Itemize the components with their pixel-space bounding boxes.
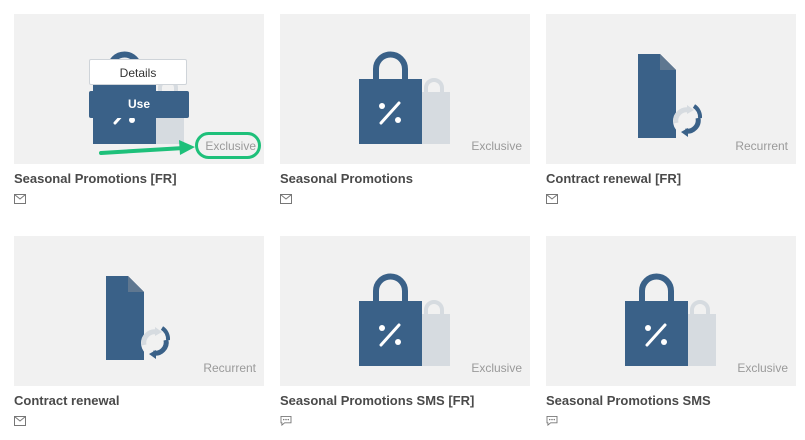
type-tag: Recurrent [735, 139, 788, 153]
template-card[interactable]: Recurrent Contract renewal [FR] [546, 14, 796, 204]
highlight-circle [195, 132, 261, 159]
template-thumbnail[interactable]: Exclusive [280, 14, 530, 164]
template-card[interactable]: Exclusive Details Use Seasonal Promotion… [14, 14, 264, 204]
template-card[interactable]: Exclusive Seasonal Promotions [280, 14, 530, 204]
sms-icon [280, 416, 292, 426]
type-tag: Exclusive [471, 361, 522, 375]
email-icon [280, 194, 292, 204]
template-title[interactable]: Seasonal Promotions SMS [FR] [280, 393, 474, 408]
template-title[interactable]: Contract renewal [FR] [546, 171, 681, 186]
template-thumbnail[interactable]: Recurrent [14, 236, 264, 386]
template-thumbnail[interactable]: Recurrent [546, 14, 796, 164]
template-thumbnail[interactable]: Exclusive [546, 236, 796, 386]
email-icon [14, 416, 26, 426]
template-title[interactable]: Seasonal Promotions SMS [546, 393, 711, 408]
type-tag: Exclusive [737, 361, 788, 375]
details-button[interactable]: Details [89, 59, 187, 85]
template-card[interactable]: Exclusive Seasonal Promotions SMS [FR] [280, 236, 530, 426]
template-thumbnail[interactable]: Exclusive [280, 236, 530, 386]
email-icon [546, 194, 558, 204]
type-tag: Recurrent [203, 361, 256, 375]
use-button[interactable]: Use [89, 91, 189, 118]
annotation-arrow-icon [99, 140, 195, 155]
template-title[interactable]: Seasonal Promotions [FR] [14, 171, 177, 186]
template-title[interactable]: Contract renewal [14, 393, 119, 408]
sms-icon [546, 416, 558, 426]
template-thumbnail[interactable]: Exclusive Details Use [14, 14, 264, 164]
type-tag: Exclusive [471, 139, 522, 153]
email-icon [14, 194, 26, 204]
template-card[interactable]: Recurrent Contract renewal [14, 236, 264, 426]
template-title[interactable]: Seasonal Promotions [280, 171, 413, 186]
template-card[interactable]: Exclusive Seasonal Promotions SMS [546, 236, 796, 426]
